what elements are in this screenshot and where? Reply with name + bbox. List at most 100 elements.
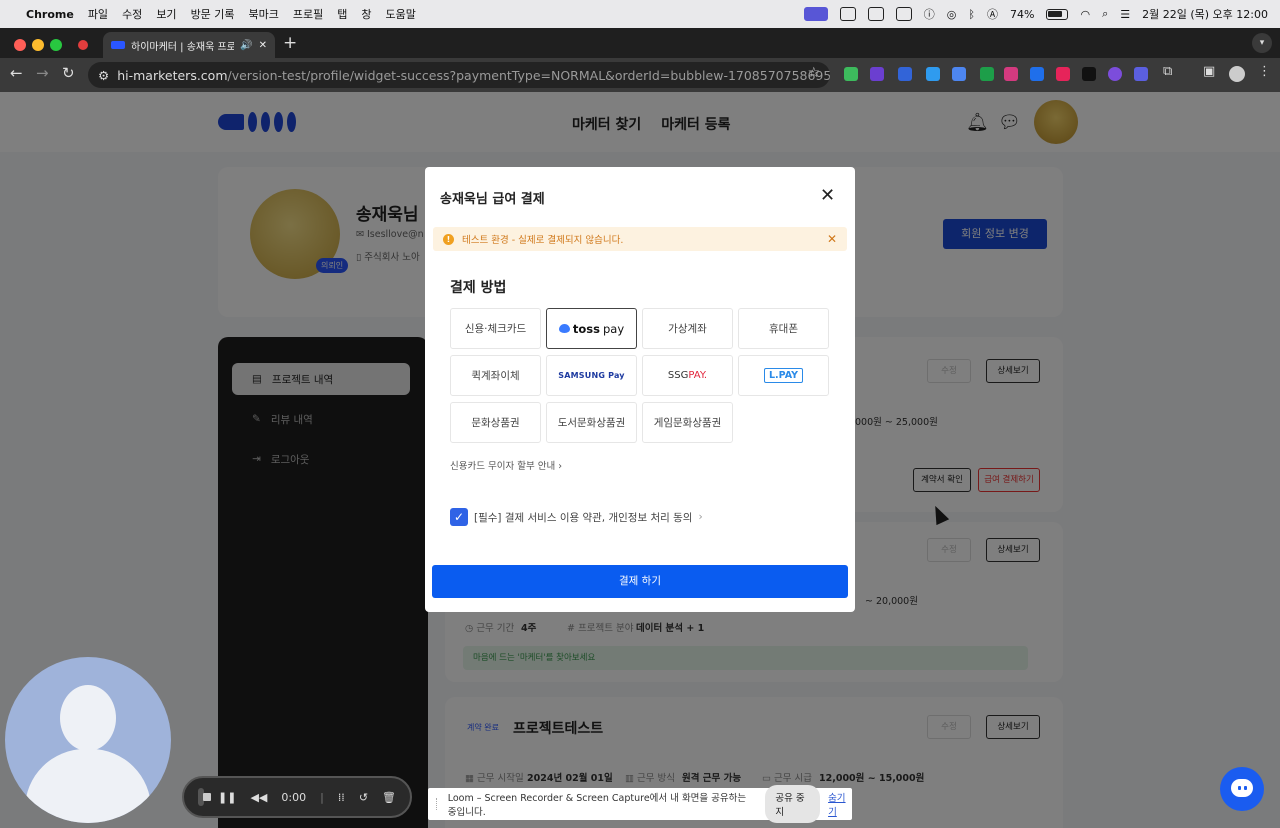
bluetooth-icon[interactable]: ᛒ	[968, 8, 975, 21]
menu-edit[interactable]: 수정	[122, 6, 142, 22]
method-quick-transfer[interactable]: 퀵계좌이체	[450, 355, 541, 396]
toss-drop-icon	[558, 324, 570, 333]
extension-icon[interactable]	[1004, 67, 1018, 81]
menu-profiles[interactable]: 프로필	[293, 6, 323, 22]
installment-text: 신용카드 무이자 할부 안내	[450, 461, 556, 472]
close-window-icon[interactable]	[14, 39, 26, 51]
payment-modal: 송재욱님 급여 결제 ✕ ! 테스트 환경 - 실제로 결제되지 않습니다. ✕…	[425, 167, 855, 612]
screen-record-icon[interactable]	[803, 7, 828, 21]
method-card[interactable]: 신용·체크카드	[450, 308, 541, 349]
terms-agreement[interactable]: ✓ [필수] 결제 서비스 이용 약관, 개인정보 처리 동의 ›	[450, 508, 703, 526]
toss-pay-text: pay	[602, 321, 625, 336]
extension-icon[interactable]	[844, 67, 858, 81]
profile-avatar-icon[interactable]	[1229, 66, 1245, 82]
chat-eye	[1238, 786, 1241, 790]
warning-text: 테스트 환경 - 실제로 결제되지 않습니다.	[462, 235, 624, 246]
close-tab-icon[interactable]: ✕	[259, 40, 267, 51]
airdrop-icon[interactable]: ◎	[947, 8, 957, 21]
extension-icon[interactable]	[952, 67, 966, 81]
stop-recording-icon[interactable]	[198, 788, 212, 806]
status-app-icon[interactable]	[839, 7, 856, 21]
method-culture-voucher[interactable]: 문화상품권	[450, 402, 541, 443]
bookmark-star-icon[interactable]: ☆	[807, 65, 820, 81]
drag-handle-icon[interactable]	[436, 798, 440, 810]
toss-text: toss	[572, 321, 600, 336]
dismiss-warning-icon[interactable]: ✕	[827, 232, 837, 246]
zoom-window-icon[interactable]	[50, 39, 62, 51]
webcam-bubble[interactable]	[5, 657, 171, 823]
hide-banner-link[interactable]: 숨기기	[828, 790, 852, 818]
reload-icon[interactable]: ↻	[62, 64, 75, 82]
extension-icon[interactable]	[1056, 67, 1070, 81]
battery-percent: 74%	[1010, 7, 1035, 21]
chat-eye	[1244, 786, 1247, 790]
wifi-icon[interactable]: ◠	[1080, 8, 1090, 21]
battery-icon[interactable]	[1046, 8, 1069, 20]
chevron-right-icon[interactable]: ›	[698, 511, 702, 523]
chrome-menu-icon[interactable]: ⋮	[1258, 64, 1271, 79]
method-label: 가상계좌	[668, 323, 707, 335]
method-lpay[interactable]: L.PAY	[738, 355, 829, 396]
method-game-voucher[interactable]: 게임문화상품권	[642, 402, 733, 443]
input-source-icon[interactable]: Ⓐ	[987, 6, 998, 22]
recording-indicator-icon	[78, 40, 88, 50]
status-app-icon[interactable]	[867, 7, 884, 21]
installment-info-link[interactable]: 신용카드 무이자 할부 안내 ›	[450, 458, 562, 472]
method-label: 문화상품권	[471, 417, 520, 429]
extension-icon[interactable]	[926, 67, 940, 81]
extension-icon[interactable]	[1134, 67, 1148, 81]
screen-share-banner: Loom – Screen Recorder & Screen Capture에…	[428, 785, 852, 823]
pause-icon[interactable]: ❚❚	[218, 791, 236, 804]
extension-icon[interactable]	[898, 67, 912, 81]
menu-tab[interactable]: 탭	[337, 6, 347, 22]
stop-sharing-button[interactable]: 공유 중지	[765, 785, 821, 823]
tab-search-icon[interactable]: ▾	[1252, 33, 1272, 53]
menu-view[interactable]: 보기	[156, 6, 176, 22]
pay-button[interactable]: 결제 하기	[432, 565, 848, 598]
menu-history[interactable]: 방문 기록	[191, 6, 235, 22]
method-ssg-pay[interactable]: SSGPAY.	[642, 355, 733, 396]
samsung-pay-logo: SAMSUNG Pay	[558, 371, 625, 380]
browser-tab[interactable]: 하이마케터 | 송재욱 프로필 🔊 ✕	[103, 32, 275, 58]
forward-icon[interactable]: →	[36, 64, 49, 82]
method-samsung-pay[interactable]: SAMSUNG Pay	[546, 355, 637, 396]
menubar-clock[interactable]: 2월 22일 (목) 오후 12:00	[1142, 6, 1268, 22]
menu-bookmarks[interactable]: 북마크	[249, 6, 279, 22]
rewind-icon[interactable]: ◀◀	[250, 791, 267, 804]
trash-icon[interactable]: 🗑︎	[382, 791, 396, 804]
restart-icon[interactable]: ↺	[359, 791, 368, 804]
menu-file[interactable]: 파일	[88, 6, 108, 22]
extension-icon[interactable]	[1030, 67, 1044, 81]
chat-support-button[interactable]	[1220, 767, 1264, 811]
chevron-right-icon: ›	[558, 461, 563, 472]
minimize-window-icon[interactable]	[32, 39, 44, 51]
back-icon[interactable]: ←	[10, 64, 23, 82]
status-app-icon[interactable]	[895, 7, 912, 21]
extensions-puzzle-icon[interactable]: ⧉	[1163, 64, 1172, 79]
extension-icon[interactable]	[980, 67, 994, 81]
menu-window[interactable]: 창	[361, 6, 371, 22]
side-panel-icon[interactable]: ▣	[1203, 64, 1215, 79]
spotlight-search-icon[interactable]: ⌕	[1102, 7, 1108, 21]
agree-checkbox[interactable]: ✓	[450, 508, 468, 526]
tab-title: 하이마케터 | 송재욱 프로필	[131, 41, 235, 53]
extension-icon[interactable]	[1108, 67, 1122, 81]
warning-icon: !	[443, 233, 454, 245]
new-tab-icon[interactable]: +	[283, 33, 297, 53]
close-icon[interactable]: ✕	[820, 185, 835, 206]
method-book-voucher[interactable]: 도서문화상품권	[546, 402, 637, 443]
method-phone[interactable]: 휴대폰	[738, 308, 829, 349]
extension-icon[interactable]	[870, 67, 884, 81]
method-tosspay[interactable]: toss pay	[546, 308, 637, 349]
method-label: 휴대폰	[769, 323, 798, 335]
method-virtual-account[interactable]: 가상계좌	[642, 308, 733, 349]
menu-help[interactable]: 도움말	[386, 6, 416, 22]
address-bar[interactable]: ⚙ hi-marketers.com/version-test/profile/…	[88, 62, 830, 88]
grid-dots-icon[interactable]: ⁞⁞	[338, 791, 345, 804]
extension-icon[interactable]	[1082, 67, 1096, 81]
control-center-icon[interactable]: ☰	[1120, 8, 1130, 21]
menu-app-name[interactable]: Chrome	[26, 8, 74, 21]
info-icon[interactable]: ⓘ	[924, 6, 935, 22]
audio-playing-icon[interactable]: 🔊	[240, 40, 252, 51]
site-info-icon[interactable]: ⚙	[98, 68, 109, 83]
